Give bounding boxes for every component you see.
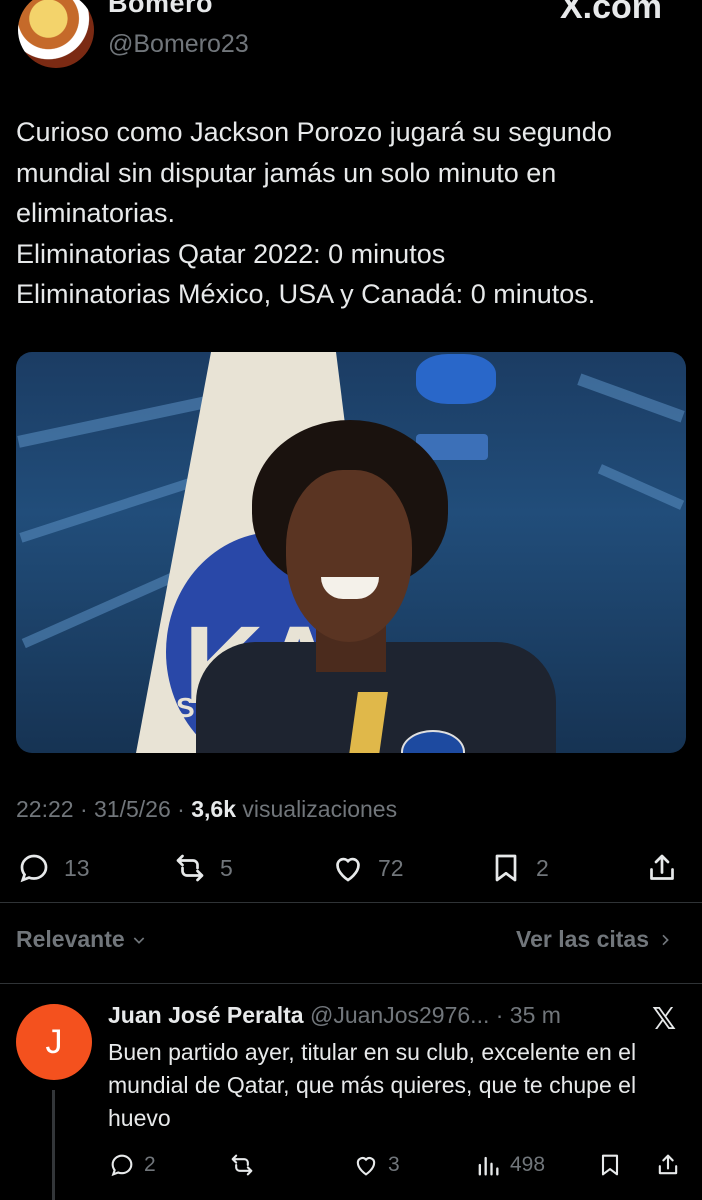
share-icon — [658, 1154, 678, 1175]
author-handle[interactable]: @Bomero23 — [108, 30, 249, 59]
divider — [0, 983, 702, 984]
x-watermark: X.com — [560, 0, 663, 26]
divider — [0, 902, 702, 903]
club-logo-light — [416, 354, 496, 404]
sort-dropdown[interactable]: Relevante — [16, 926, 147, 953]
retweet-icon — [231, 1154, 253, 1176]
thread-line — [52, 1090, 55, 1200]
reply-share-button[interactable] — [654, 1150, 682, 1180]
tweet-date[interactable]: 31/5/26 — [94, 796, 171, 822]
chevron-down-icon — [133, 936, 144, 944]
tweet-line: Curioso como Jackson Porozo jugará su se… — [16, 117, 612, 228]
view-quotes-link[interactable]: Ver las citas — [516, 926, 673, 953]
retweet-count: 5 — [220, 854, 233, 881]
tweet-time[interactable]: 22:22 — [16, 796, 74, 822]
reply-author-name[interactable]: Juan José Peralta — [108, 1002, 304, 1028]
reply-reply-count: 2 — [144, 1153, 156, 1176]
like-button[interactable]: 72 — [330, 850, 404, 886]
reply-views-button[interactable]: 498 — [474, 1150, 545, 1180]
like-count: 72 — [378, 854, 404, 881]
reply-author-handle[interactable]: @JuanJos2976... — [310, 1002, 489, 1028]
share-button[interactable] — [644, 850, 680, 886]
retweet-icon — [176, 854, 204, 882]
reply-header: Juan José Peralta @JuanJos2976... · 35 m — [108, 1002, 561, 1029]
bookmark-button[interactable]: 2 — [488, 850, 549, 886]
x-logo-icon: 𝕏 — [652, 1003, 677, 1036]
reply-like-button[interactable]: 3 — [352, 1150, 400, 1180]
reply-reply-button[interactable]: 2 — [108, 1150, 156, 1180]
reply-count: 13 — [64, 854, 90, 881]
author-avatar[interactable] — [18, 0, 94, 68]
chevron-right-icon — [662, 934, 669, 945]
background-beam — [577, 373, 685, 423]
bar-chart-icon — [478, 1156, 499, 1176]
heart-icon — [336, 857, 360, 882]
tweet-line: Eliminatorias Qatar 2022: 0 minutos — [16, 238, 446, 269]
heart-icon — [356, 1157, 376, 1176]
sort-label: Relevante — [16, 926, 125, 952]
reply-time[interactable]: · 35 m — [496, 1002, 561, 1028]
tweet-line: Eliminatorias México, USA y Canadá: 0 mi… — [16, 279, 596, 309]
reply-views-count: 498 — [510, 1153, 546, 1176]
share-icon — [650, 854, 674, 880]
bookmark-icon — [601, 1154, 619, 1176]
bookmark-count: 2 — [536, 854, 549, 881]
retweet-button[interactable]: 5 — [172, 850, 233, 886]
player-face — [286, 470, 412, 642]
reply-text: Buen partido ayer, titular en su club, e… — [108, 1039, 637, 1131]
reply-retweet-button[interactable] — [228, 1150, 264, 1180]
reply-bookmark-button[interactable] — [596, 1150, 624, 1180]
reply-button[interactable]: 13 — [16, 850, 90, 886]
views-label: visualizaciones — [242, 796, 398, 822]
views-count: 3,6k — [191, 796, 236, 822]
author-name[interactable]: Bomero — [108, 0, 213, 19]
reply-avatar[interactable]: J — [16, 1004, 92, 1080]
view-quotes-label: Ver las citas — [516, 926, 649, 952]
tweet-meta: 22:22 · 31/5/26 · 3,6k visualizaciones — [16, 796, 398, 822]
tweet-text: Curioso como Jackson Porozo jugará su se… — [16, 112, 686, 315]
background-beam — [597, 464, 685, 510]
comment-icon — [111, 1154, 133, 1177]
comment-icon — [20, 854, 48, 883]
bookmark-icon — [495, 854, 517, 882]
reply-like-count: 3 — [388, 1153, 400, 1176]
tweet-photo[interactable]: KA S P — [16, 352, 686, 753]
